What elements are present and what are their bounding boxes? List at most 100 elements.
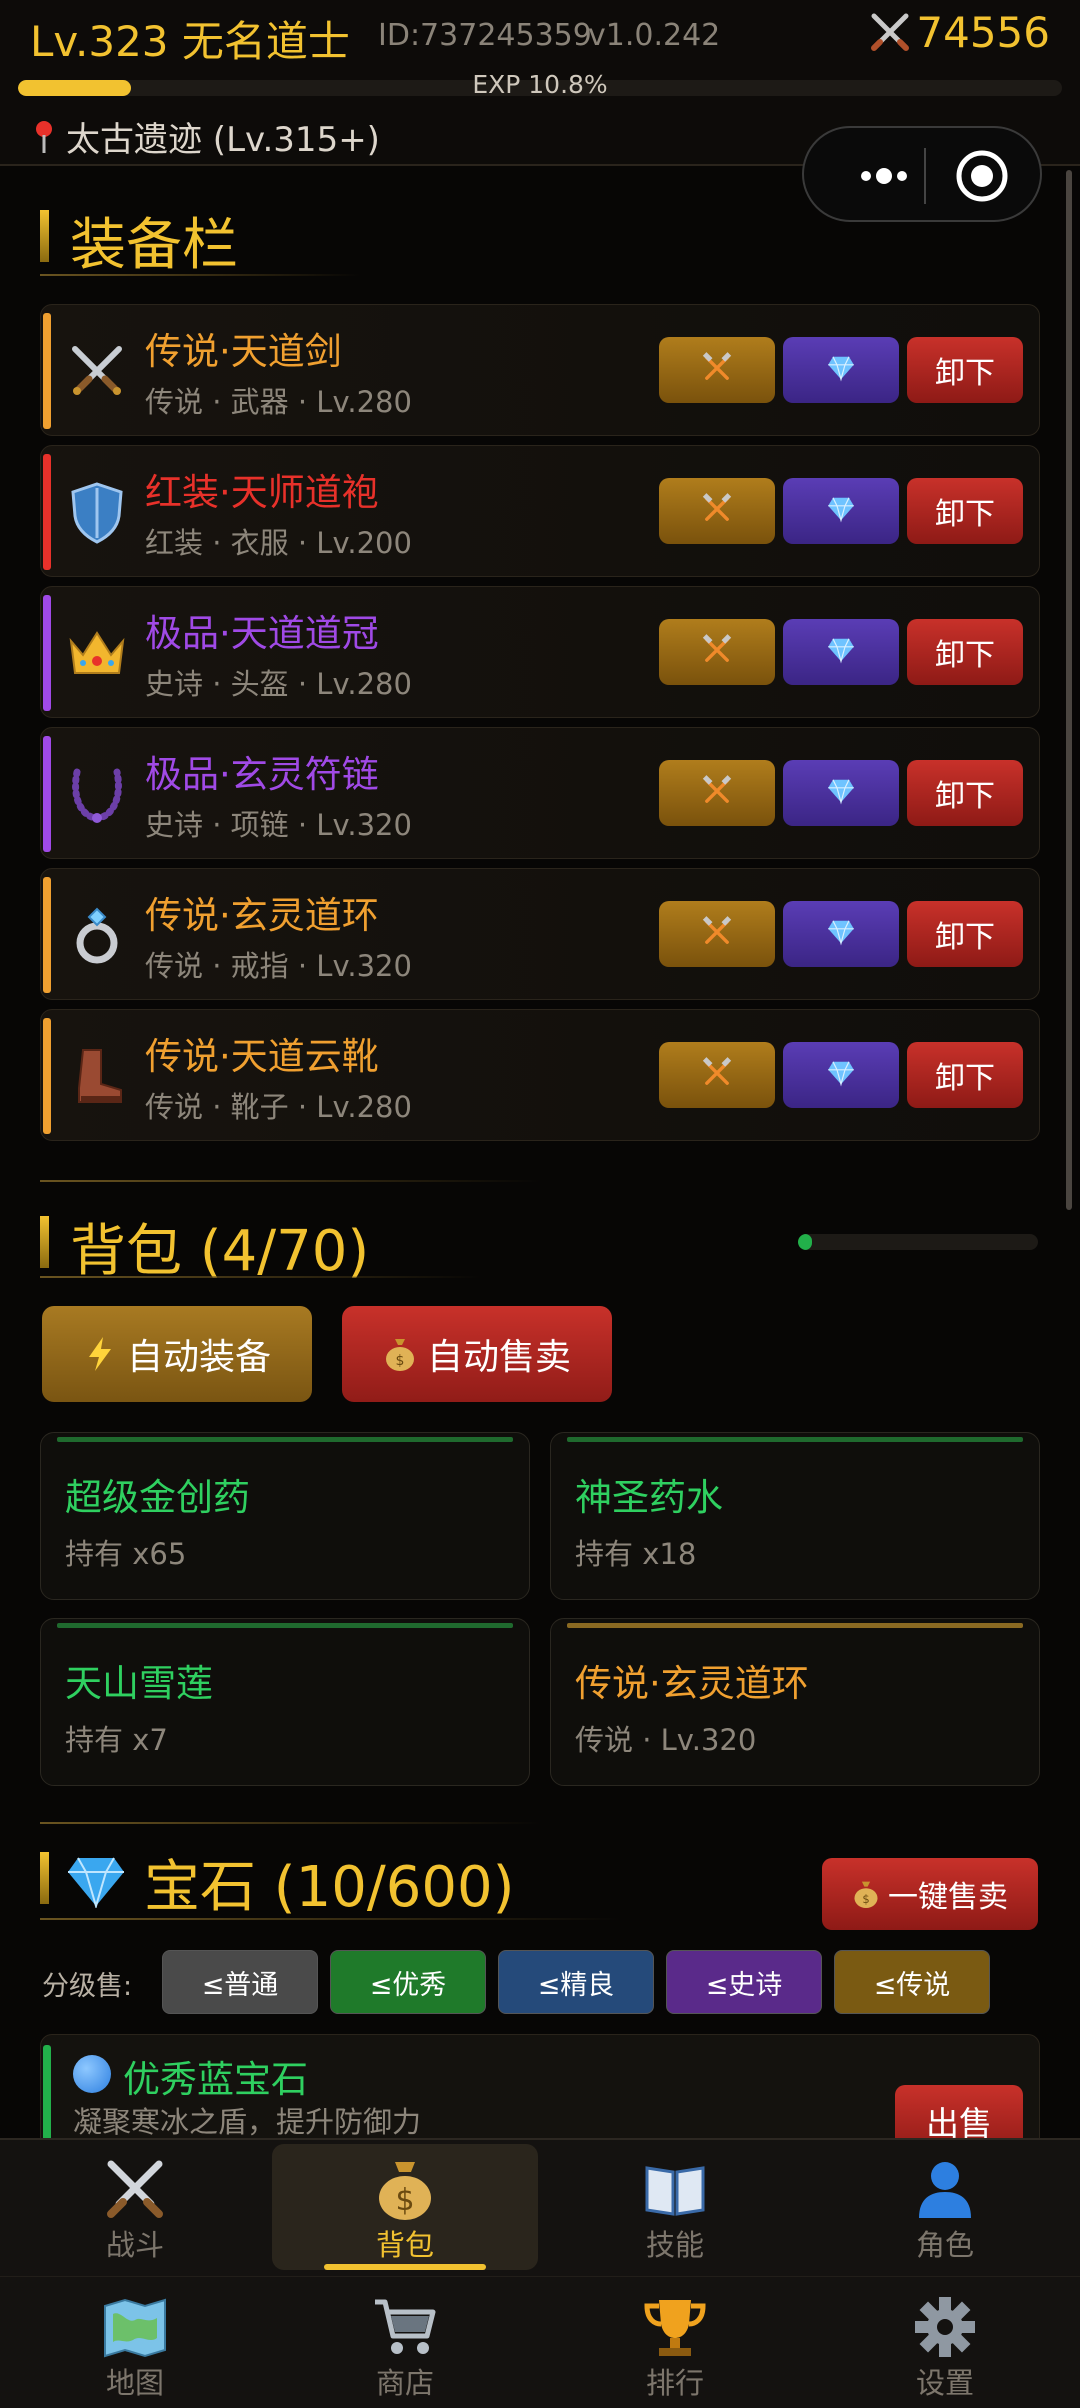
backpack-item[interactable]: 神圣药水持有 x18 <box>550 1432 1040 1600</box>
crossed-swords-icon <box>101 2156 169 2222</box>
grade-sell-button[interactable]: ≤史诗 <box>666 1950 822 2014</box>
auto-sell-button[interactable]: $ 自动售卖 <box>342 1306 612 1402</box>
close-target-icon[interactable] <box>954 148 1010 204</box>
bottom-nav: 战斗 $ 背包 技能 角色地图 商店 排行 设置 <box>0 2138 1080 2408</box>
nav-tab[interactable]: 角色 <box>810 2140 1080 2270</box>
forge-button[interactable] <box>659 619 775 685</box>
equipment-slot: 极品·玄灵符链 史诗 · 项链 · Lv.320 卸下 <box>40 727 1040 859</box>
socket-gem-button[interactable] <box>783 760 899 826</box>
forge-icon <box>700 915 734 953</box>
forge-button[interactable] <box>659 478 775 544</box>
nav-tab[interactable]: 商店 <box>270 2278 540 2408</box>
equipment-name: 红装·天师道袍 <box>145 471 379 514</box>
auto-equip-button[interactable]: 自动装备 <box>42 1306 312 1402</box>
nav-tab[interactable]: 技能 <box>540 2140 810 2270</box>
location-name: 太古遗迹 (Lv.315+) <box>66 120 380 160</box>
nav-tab[interactable]: 地图 <box>0 2278 270 2408</box>
one-click-sell-button[interactable]: $ 一键售卖 <box>822 1858 1038 1930</box>
grade-sell-button[interactable]: ≤普通 <box>162 1950 318 2014</box>
item-detail: 持有 x18 <box>575 1537 697 1571</box>
map-icon <box>101 2294 169 2360</box>
socket-gem-button[interactable] <box>783 901 899 967</box>
item-rarity-bar <box>567 1437 1023 1442</box>
svg-text:$: $ <box>396 1353 405 1369</box>
backpack-item[interactable]: 天山雪莲 持有 x7 <box>40 1618 530 1786</box>
equipment-name: 极品·天道道冠 <box>145 612 379 655</box>
backpack-section-title: 背包 (4/70) <box>40 1206 369 1287</box>
more-icon[interactable] <box>844 158 924 194</box>
scrollbar[interactable] <box>1066 170 1072 1210</box>
socket-gem-button[interactable] <box>783 478 899 544</box>
capsule-divider <box>924 148 926 204</box>
blue-gem-icon <box>73 2055 111 2093</box>
auto-sell-label: 自动售卖 <box>426 1337 571 1378</box>
nav-divider <box>0 2276 1080 2277</box>
rarity-bar <box>43 595 51 711</box>
gem-icon <box>825 775 857 811</box>
rarity-bar <box>43 1018 51 1134</box>
player-title: Lv.323 无名道士 <box>30 17 350 66</box>
item-name: 神圣药水 <box>575 1476 723 1519</box>
nav-tab[interactable]: 设置 <box>810 2278 1080 2408</box>
shield-icon <box>65 480 129 544</box>
nav-tab-label: 角色 <box>915 2228 974 2262</box>
gem-icon <box>825 352 857 388</box>
one-click-sell-label: 一键售卖 <box>888 1880 1008 1915</box>
mini-program-capsule <box>802 126 1042 222</box>
unequip-button[interactable]: 卸下 <box>907 337 1023 403</box>
gem-icon <box>68 1857 124 1908</box>
equipment-detail: 红装 · 衣服 · Lv.200 <box>145 526 412 560</box>
svg-text:$: $ <box>862 1892 869 1906</box>
forge-icon <box>700 1056 734 1094</box>
exp-text: EXP 10.8% <box>472 70 608 99</box>
unequip-button[interactable]: 卸下 <box>907 760 1023 826</box>
unequip-button[interactable]: 卸下 <box>907 619 1023 685</box>
socket-gem-button[interactable] <box>783 619 899 685</box>
location[interactable]: 太古遗迹 (Lv.315+) <box>32 112 380 161</box>
unequip-button[interactable]: 卸下 <box>907 478 1023 544</box>
equipment-name: 传说·玄灵道环 <box>145 894 379 937</box>
player-id: ID:737245359 <box>378 18 592 53</box>
equipment-detail: 传说 · 靴子 · Lv.280 <box>145 1090 412 1124</box>
section-divider <box>40 1276 480 1278</box>
backpack-item[interactable]: 超级金创药持有 x65 <box>40 1432 530 1600</box>
item-name: 超级金创药 <box>65 1476 250 1519</box>
gem-icon <box>825 1057 857 1093</box>
combat-power: 74556 <box>871 8 1050 57</box>
unequip-button[interactable]: 卸下 <box>907 901 1023 967</box>
grade-sell-button[interactable]: ≤精良 <box>498 1950 654 2014</box>
version-label: v1.0.242 <box>588 18 721 53</box>
grade-sell-button[interactable]: ≤传说 <box>834 1950 990 2014</box>
gear-icon <box>911 2294 979 2360</box>
item-detail: 传说 · Lv.320 <box>575 1723 757 1757</box>
nav-tab-label: 设置 <box>915 2366 974 2400</box>
money-bag-icon: $ <box>371 2156 439 2222</box>
sword-icon <box>65 339 129 403</box>
socket-gem-button[interactable] <box>783 1042 899 1108</box>
rarity-bar <box>43 877 51 993</box>
item-name: 天山雪莲 <box>65 1662 213 1705</box>
gem-icon <box>825 916 857 952</box>
nav-tab[interactable]: 战斗 <box>0 2140 270 2270</box>
forge-button[interactable] <box>659 337 775 403</box>
ring-icon <box>65 903 129 967</box>
crown-icon <box>65 621 129 685</box>
nav-tab-label: 排行 <box>645 2366 704 2400</box>
section-divider <box>40 1918 620 1920</box>
forge-button[interactable] <box>659 1042 775 1108</box>
unequip-button[interactable]: 卸下 <box>907 1042 1023 1108</box>
nav-tab[interactable]: 排行 <box>540 2278 810 2408</box>
rarity-bar <box>43 736 51 852</box>
item-detail: 持有 x65 <box>65 1537 187 1571</box>
forge-button[interactable] <box>659 760 775 826</box>
forge-button[interactable] <box>659 901 775 967</box>
grade-sell-button[interactable]: ≤优秀 <box>330 1950 486 2014</box>
nav-tab-label: 背包 <box>375 2228 434 2262</box>
item-rarity-bar <box>567 1623 1023 1628</box>
auto-equip-label: 自动装备 <box>126 1337 271 1378</box>
backpack-item[interactable]: 传说·玄灵道环 传说 · Lv.320 <box>550 1618 1040 1786</box>
gem-icon <box>825 493 857 529</box>
nav-tab[interactable]: $ 背包 <box>270 2140 540 2270</box>
nav-tab-label: 战斗 <box>105 2228 164 2262</box>
socket-gem-button[interactable] <box>783 337 899 403</box>
